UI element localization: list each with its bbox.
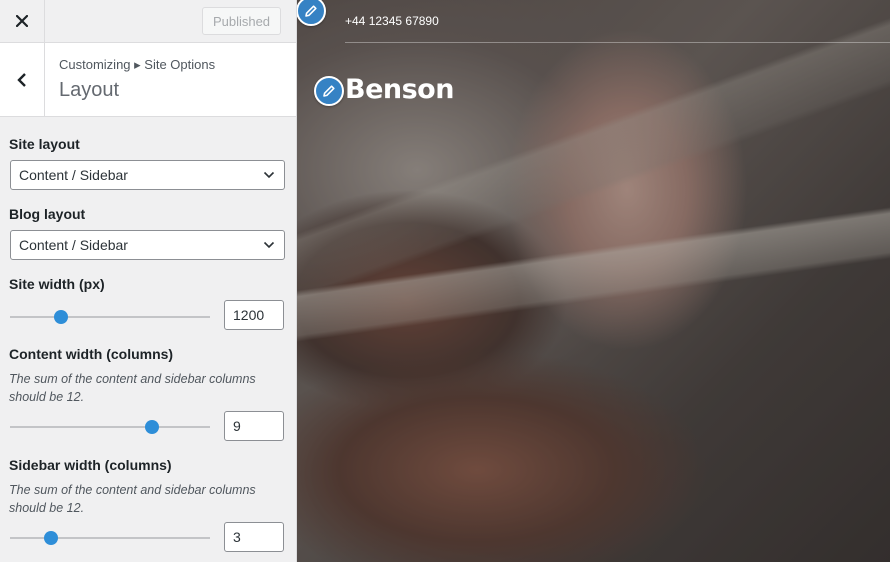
blog-layout-value: Content / Sidebar xyxy=(19,237,128,253)
blog-layout-select[interactable]: Content / Sidebar xyxy=(10,230,285,260)
content-width-input[interactable]: 9 xyxy=(224,411,284,441)
section-header: Customizing ▸ Site Options Layout xyxy=(0,43,296,117)
site-layout-label: Site layout xyxy=(9,136,80,152)
slider-handle[interactable] xyxy=(44,531,58,545)
slider-track xyxy=(10,537,210,539)
site-width-input[interactable]: 1200 xyxy=(224,300,284,330)
breadcrumb: Customizing ▸ Site Options xyxy=(59,57,216,72)
back-button[interactable] xyxy=(0,43,45,116)
content-width-label: Content width (columns) xyxy=(9,346,174,362)
sidebar-width-description: The sum of the content and sidebar colum… xyxy=(9,483,256,515)
slider-track xyxy=(10,426,210,428)
close-button[interactable] xyxy=(0,0,45,42)
sidebar-width-label: Sidebar width (columns) xyxy=(9,457,172,473)
site-layout-select[interactable]: Content / Sidebar xyxy=(10,160,285,190)
slider-handle[interactable] xyxy=(54,310,68,324)
sidebar-width-slider[interactable] xyxy=(10,530,210,546)
header-phone: +44 12345 67890 xyxy=(345,14,439,28)
site-title[interactable]: Benson xyxy=(345,74,454,105)
content-width-description: The sum of the content and sidebar colum… xyxy=(9,372,256,404)
site-preview[interactable]: +44 12345 67890 Benson xyxy=(297,0,890,562)
edit-site-title-button[interactable] xyxy=(314,76,344,106)
pencil-icon xyxy=(305,5,317,17)
sidebar-width-input[interactable]: 3 xyxy=(224,522,284,552)
chevron-left-icon xyxy=(17,72,26,87)
close-icon xyxy=(16,15,28,27)
slider-handle[interactable] xyxy=(145,420,159,434)
header-divider xyxy=(345,42,890,43)
blog-layout-label: Blog layout xyxy=(9,206,86,222)
site-layout-value: Content / Sidebar xyxy=(19,167,128,183)
publish-button[interactable]: Published xyxy=(202,7,281,35)
pencil-icon xyxy=(323,85,335,97)
content-width-slider[interactable] xyxy=(10,419,210,435)
site-width-label: Site width (px) xyxy=(9,276,105,292)
chevron-down-icon xyxy=(263,171,275,179)
customizer-header: Published xyxy=(0,0,296,43)
customizer-panel: Published Customizing ▸ Site Options Lay… xyxy=(0,0,297,562)
section-title: Layout xyxy=(59,79,120,101)
site-width-slider[interactable] xyxy=(10,309,210,325)
slider-track xyxy=(10,316,210,318)
chevron-down-icon xyxy=(263,241,275,249)
